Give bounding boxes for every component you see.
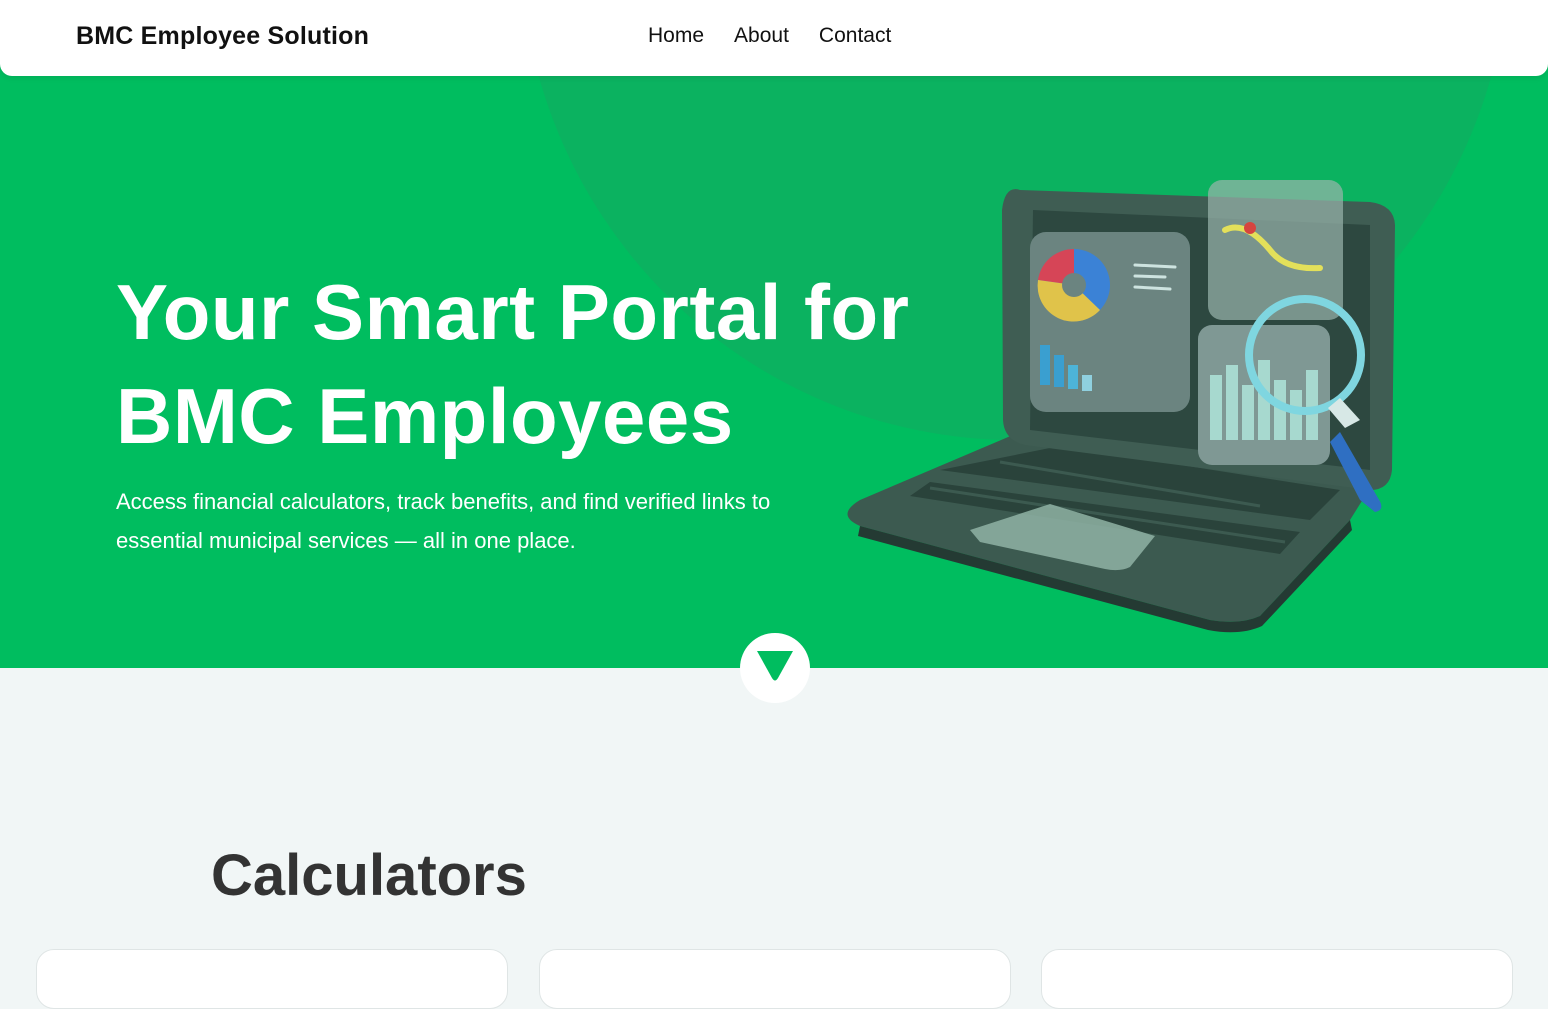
hero-title-line-2: BMC Employees (116, 372, 734, 460)
navbar: BMC Employee Solution Home About Contact (0, 0, 1548, 76)
calculator-card[interactable] (36, 949, 508, 1009)
laptop-analytics-illustration (830, 170, 1410, 640)
chevron-down-icon (757, 651, 793, 681)
hero-section: Your Smart Portal for BMC Employees Acce… (0, 0, 1548, 668)
calculator-card[interactable] (1041, 949, 1513, 1009)
calculators-heading: Calculators (211, 843, 527, 908)
brand-logo-text[interactable]: BMC Employee Solution (76, 22, 369, 51)
hero-title-line-1: Your Smart Portal for (116, 268, 910, 356)
calculator-card[interactable] (539, 949, 1011, 1009)
nav-home-link[interactable]: Home (648, 24, 704, 48)
nav-contact-link[interactable]: Contact (819, 24, 891, 48)
nav-links: Home About Contact (648, 24, 891, 48)
scroll-down-button[interactable] (740, 633, 810, 703)
hero-subtitle: Access financial calculators, track bene… (116, 489, 771, 553)
nav-about-link[interactable]: About (734, 24, 789, 48)
